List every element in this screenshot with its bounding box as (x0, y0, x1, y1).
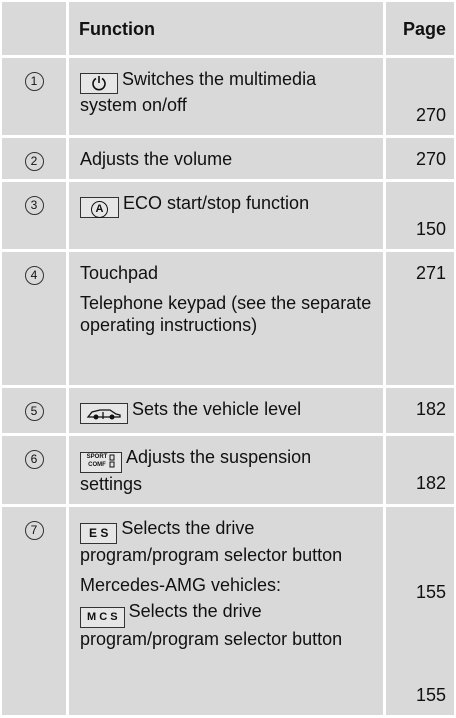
row-number: 7 (24, 521, 44, 540)
function-text: Sets the vehicle level (132, 399, 302, 419)
page-number: 270 (386, 138, 454, 182)
function-note-text: Telephone keypad (see the separate opera… (80, 293, 372, 335)
eco-a-icon: A (80, 197, 119, 218)
number-column-header (2, 2, 69, 58)
power-icon (80, 73, 118, 94)
sport-comfort-icon: SPORT COMF (80, 452, 122, 473)
table-row: 5 Sets the vehicle level 182 (2, 388, 454, 436)
row-number: 6 (24, 450, 44, 469)
page-number: 182 (386, 388, 454, 436)
page-number: 182 (386, 436, 454, 507)
vehicle-level-icon (80, 403, 128, 424)
function-table: Function Page 1 Switches the multimedia … (2, 2, 454, 718)
row-number: 5 (24, 402, 44, 421)
amg-drive-program-icon: M C S (80, 607, 125, 628)
row-number: 4 (24, 266, 44, 285)
table-header-row: Function Page (2, 2, 454, 58)
page-column-header: Page (386, 2, 454, 58)
table-row: 4 Touchpad Telephone keypad (see the sep… (2, 252, 454, 388)
table-row: 1 Switches the multimedia system on/off … (2, 58, 454, 138)
page-number: 271 (386, 252, 454, 388)
function-text: Selects the drive program/program select… (80, 518, 343, 565)
table-row: 2 Adjusts the volume 270 (2, 138, 454, 182)
sub-page-number: 155 (415, 685, 446, 705)
function-column-header: Function (69, 2, 386, 58)
table-row: 6 SPORT COMF Adjusts the suspension setti… (2, 436, 454, 507)
table-row: 3 A ECO start/stop function 150 (2, 182, 454, 252)
page-number: 150 (386, 182, 454, 252)
function-text: ECO start/stop function (123, 193, 310, 213)
function-table-wrapper: Function Page 1 Switches the multimedia … (2, 2, 454, 718)
table-row: 7 E S Selects the drive program/program s… (2, 507, 454, 718)
page-number: 155 (415, 582, 446, 602)
row-number: 2 (24, 152, 44, 171)
function-text: Touchpad (80, 263, 159, 283)
page-number: 270 (386, 58, 454, 138)
function-text: Adjusts the volume (69, 138, 386, 182)
row-number: 3 (24, 196, 44, 215)
sub-heading: Mercedes-AMG vehicles: (80, 575, 282, 595)
drive-program-icon: E S (80, 523, 118, 544)
row-number: 1 (24, 72, 44, 91)
